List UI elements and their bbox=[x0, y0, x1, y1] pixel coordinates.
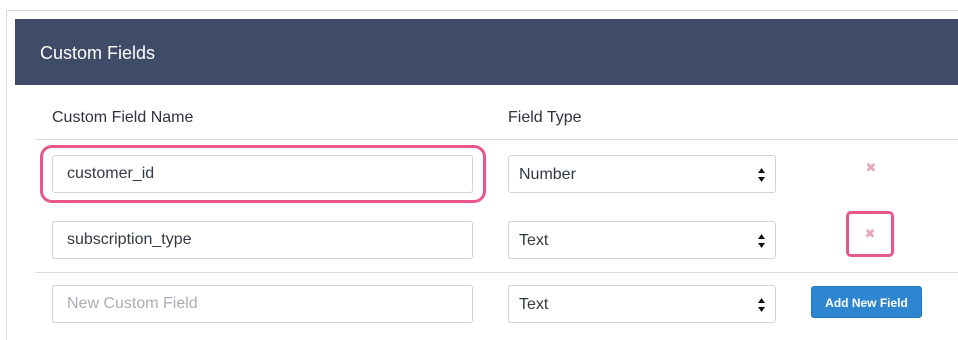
new-field-type-value: Text bbox=[519, 296, 549, 313]
field-type-header: Field Type bbox=[508, 109, 582, 126]
add-new-field-button[interactable]: Add New Field bbox=[811, 286, 922, 318]
updown-chevron-icon bbox=[758, 234, 765, 248]
field-type-select-customer-id[interactable]: Number bbox=[508, 155, 776, 193]
custom-field-name-input-customer-id[interactable] bbox=[52, 155, 473, 193]
custom-field-name-header: Custom Field Name bbox=[52, 109, 194, 126]
field-type-value: Number bbox=[519, 166, 576, 183]
updown-chevron-icon bbox=[758, 298, 765, 312]
remove-field-button[interactable]: ✖ bbox=[862, 226, 878, 242]
header-divider bbox=[35, 139, 958, 140]
field-type-select-subscription-type[interactable]: Text bbox=[508, 221, 776, 259]
close-icon: ✖ bbox=[864, 226, 876, 241]
field-type-value: Text bbox=[519, 232, 549, 249]
panel-title: Custom Fields bbox=[40, 43, 156, 63]
custom-field-name-input-subscription-type[interactable] bbox=[52, 221, 473, 259]
panel-header: Custom Fields bbox=[15, 19, 958, 85]
new-custom-field-input[interactable] bbox=[52, 285, 473, 323]
updown-chevron-icon bbox=[758, 168, 765, 182]
close-icon: ✖ bbox=[865, 160, 877, 175]
new-field-type-select[interactable]: Text bbox=[508, 285, 776, 323]
new-field-divider bbox=[35, 272, 958, 273]
remove-field-button[interactable]: ✖ bbox=[863, 160, 879, 176]
